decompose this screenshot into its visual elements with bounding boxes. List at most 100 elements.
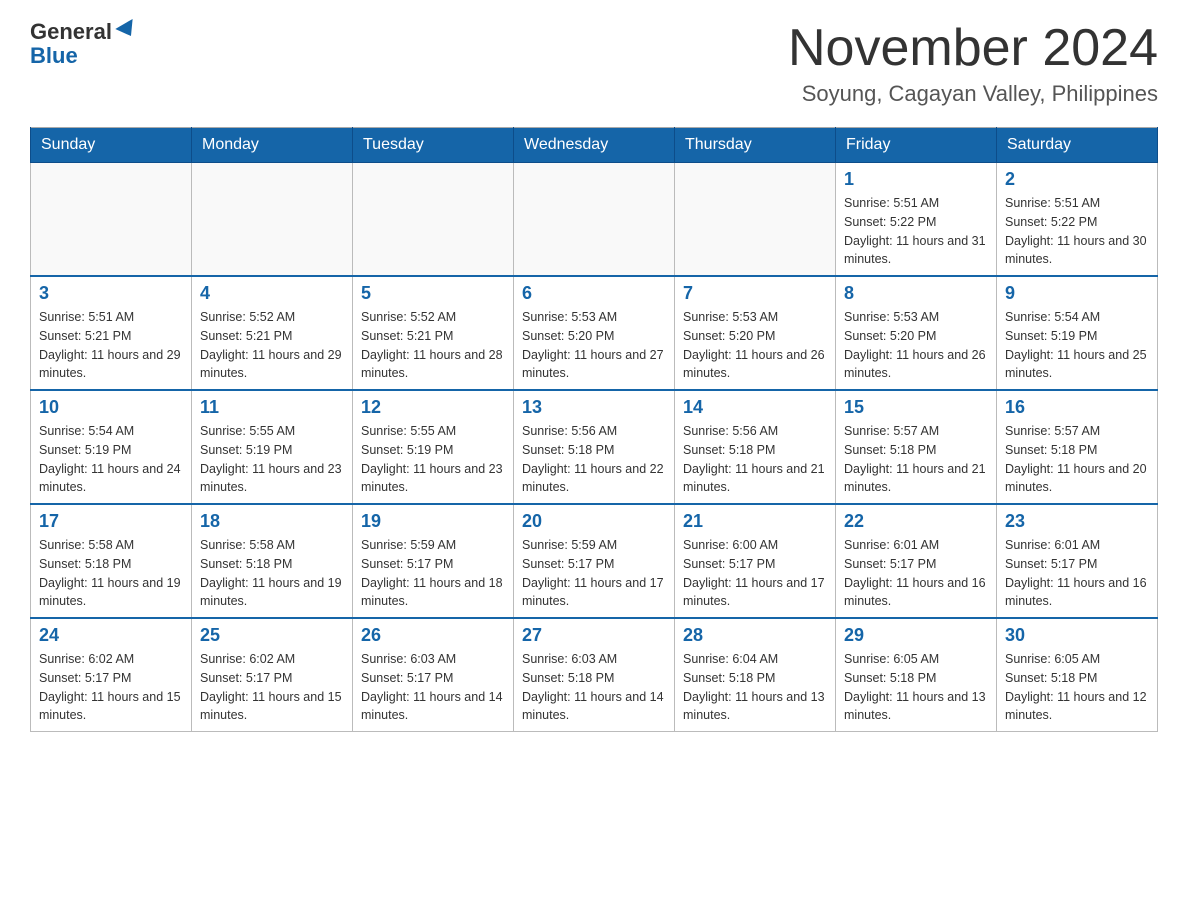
day-info: Sunrise: 6:03 AMSunset: 5:17 PMDaylight:… [361,650,505,725]
main-title: November 2024 [788,20,1158,77]
day-info: Sunrise: 6:02 AMSunset: 5:17 PMDaylight:… [39,650,183,725]
day-number: 18 [200,511,344,532]
calendar-header-cell: Thursday [675,128,836,163]
calendar-cell: 21 Sunrise: 6:00 AMSunset: 5:17 PMDayligh… [675,504,836,618]
day-info: Sunrise: 6:00 AMSunset: 5:17 PMDaylight:… [683,536,827,611]
calendar-cell: 5 Sunrise: 5:52 AMSunset: 5:21 PMDaylight… [353,276,514,390]
calendar-header: SundayMondayTuesdayWednesdayThursdayFrid… [31,128,1158,163]
calendar-week-row: 3 Sunrise: 5:51 AMSunset: 5:21 PMDaylight… [31,276,1158,390]
calendar-cell: 18Sunrise: 5:58 AMSunset: 5:18 PMDayligh… [192,504,353,618]
day-number: 7 [683,283,827,304]
subtitle: Soyung, Cagayan Valley, Philippines [788,81,1158,107]
day-number: 29 [844,625,988,646]
calendar-cell: 12 Sunrise: 5:55 AMSunset: 5:19 PMDayligh… [353,390,514,504]
day-number: 10 [39,397,183,418]
calendar-cell: 13 Sunrise: 5:56 AMSunset: 5:18 PMDayligh… [514,390,675,504]
calendar-cell: 24 Sunrise: 6:02 AMSunset: 5:17 PMDayligh… [31,618,192,732]
logo-triangle-icon [115,19,139,41]
day-number: 20 [522,511,666,532]
calendar-cell: 22 Sunrise: 6:01 AMSunset: 5:17 PMDayligh… [836,504,997,618]
calendar-week-row: 1 Sunrise: 5:51 AMSunset: 5:22 PMDaylight… [31,163,1158,277]
calendar-cell: 17 Sunrise: 5:58 AMSunset: 5:18 PMDayligh… [31,504,192,618]
day-number: 15 [844,397,988,418]
day-info: Sunrise: 5:51 AMSunset: 5:22 PMDaylight:… [1005,194,1149,269]
calendar-cell: 9 Sunrise: 5:54 AMSunset: 5:19 PMDaylight… [997,276,1158,390]
day-number: 25 [200,625,344,646]
calendar-header-cell: Saturday [997,128,1158,163]
day-number: 4 [200,283,344,304]
calendar-cell: 20Sunrise: 5:59 AMSunset: 5:17 PMDayligh… [514,504,675,618]
day-info: Sunrise: 5:54 AMSunset: 5:19 PMDaylight:… [1005,308,1149,383]
day-info: Sunrise: 6:01 AMSunset: 5:17 PMDaylight:… [844,536,988,611]
day-info: Sunrise: 5:53 AMSunset: 5:20 PMDaylight:… [522,308,666,383]
day-number: 5 [361,283,505,304]
day-info: Sunrise: 5:56 AMSunset: 5:18 PMDaylight:… [522,422,666,497]
day-number: 1 [844,169,988,190]
page-header: General Blue November 2024 Soyung, Cagay… [30,20,1158,107]
day-number: 3 [39,283,183,304]
day-number: 30 [1005,625,1149,646]
day-info: Sunrise: 6:05 AMSunset: 5:18 PMDaylight:… [844,650,988,725]
day-number: 28 [683,625,827,646]
logo: General Blue [30,20,134,68]
calendar-cell: 26Sunrise: 6:03 AMSunset: 5:17 PMDayligh… [353,618,514,732]
day-info: Sunrise: 5:58 AMSunset: 5:18 PMDaylight:… [39,536,183,611]
day-info: Sunrise: 5:51 AMSunset: 5:22 PMDaylight:… [844,194,988,269]
day-number: 16 [1005,397,1149,418]
calendar-header-cell: Monday [192,128,353,163]
calendar-week-row: 10Sunrise: 5:54 AMSunset: 5:19 PMDayligh… [31,390,1158,504]
day-number: 22 [844,511,988,532]
day-info: Sunrise: 6:02 AMSunset: 5:17 PMDaylight:… [200,650,344,725]
day-info: Sunrise: 6:05 AMSunset: 5:18 PMDaylight:… [1005,650,1149,725]
day-info: Sunrise: 5:52 AMSunset: 5:21 PMDaylight:… [361,308,505,383]
day-info: Sunrise: 6:04 AMSunset: 5:18 PMDaylight:… [683,650,827,725]
day-info: Sunrise: 5:55 AMSunset: 5:19 PMDaylight:… [361,422,505,497]
calendar-header-cell: Wednesday [514,128,675,163]
day-number: 9 [1005,283,1149,304]
calendar-cell: 1 Sunrise: 5:51 AMSunset: 5:22 PMDaylight… [836,163,997,277]
day-info: Sunrise: 5:59 AMSunset: 5:17 PMDaylight:… [361,536,505,611]
day-number: 23 [1005,511,1149,532]
day-number: 24 [39,625,183,646]
calendar-cell: 7 Sunrise: 5:53 AMSunset: 5:20 PMDaylight… [675,276,836,390]
calendar-header-cell: Tuesday [353,128,514,163]
day-number: 2 [1005,169,1149,190]
calendar-header-row: SundayMondayTuesdayWednesdayThursdayFrid… [31,128,1158,163]
calendar-cell: 2 Sunrise: 5:51 AMSunset: 5:22 PMDaylight… [997,163,1158,277]
day-number: 11 [200,397,344,418]
day-info: Sunrise: 5:56 AMSunset: 5:18 PMDaylight:… [683,422,827,497]
day-info: Sunrise: 5:53 AMSunset: 5:20 PMDaylight:… [683,308,827,383]
day-number: 12 [361,397,505,418]
calendar-cell: 23Sunrise: 6:01 AMSunset: 5:17 PMDayligh… [997,504,1158,618]
calendar-cell: 16Sunrise: 5:57 AMSunset: 5:18 PMDayligh… [997,390,1158,504]
day-number: 21 [683,511,827,532]
calendar-cell: 29 Sunrise: 6:05 AMSunset: 5:18 PMDayligh… [836,618,997,732]
day-info: Sunrise: 5:57 AMSunset: 5:18 PMDaylight:… [844,422,988,497]
title-section: November 2024 Soyung, Cagayan Valley, Ph… [788,20,1158,107]
calendar-cell: 11 Sunrise: 5:55 AMSunset: 5:19 PMDayligh… [192,390,353,504]
calendar-cell [31,163,192,277]
calendar-cell [192,163,353,277]
calendar-cell: 30 Sunrise: 6:05 AMSunset: 5:18 PMDayligh… [997,618,1158,732]
calendar-body: 1 Sunrise: 5:51 AMSunset: 5:22 PMDaylight… [31,163,1158,732]
day-number: 27 [522,625,666,646]
logo-blue-text: Blue [30,44,78,68]
day-number: 14 [683,397,827,418]
day-info: Sunrise: 5:51 AMSunset: 5:21 PMDaylight:… [39,308,183,383]
calendar-cell: 3 Sunrise: 5:51 AMSunset: 5:21 PMDaylight… [31,276,192,390]
calendar-table: SundayMondayTuesdayWednesdayThursdayFrid… [30,127,1158,732]
calendar-cell: 15 Sunrise: 5:57 AMSunset: 5:18 PMDayligh… [836,390,997,504]
calendar-cell: 28 Sunrise: 6:04 AMSunset: 5:18 PMDayligh… [675,618,836,732]
day-number: 13 [522,397,666,418]
day-number: 19 [361,511,505,532]
logo-general-text: General [30,20,112,44]
calendar-cell: 10Sunrise: 5:54 AMSunset: 5:19 PMDayligh… [31,390,192,504]
day-number: 17 [39,511,183,532]
day-info: Sunrise: 5:55 AMSunset: 5:19 PMDaylight:… [200,422,344,497]
calendar-cell: 8Sunrise: 5:53 AMSunset: 5:20 PMDaylight… [836,276,997,390]
calendar-cell [675,163,836,277]
calendar-cell [514,163,675,277]
calendar-cell: 27 Sunrise: 6:03 AMSunset: 5:18 PMDayligh… [514,618,675,732]
calendar-cell: 6Sunrise: 5:53 AMSunset: 5:20 PMDaylight… [514,276,675,390]
day-info: Sunrise: 6:03 AMSunset: 5:18 PMDaylight:… [522,650,666,725]
